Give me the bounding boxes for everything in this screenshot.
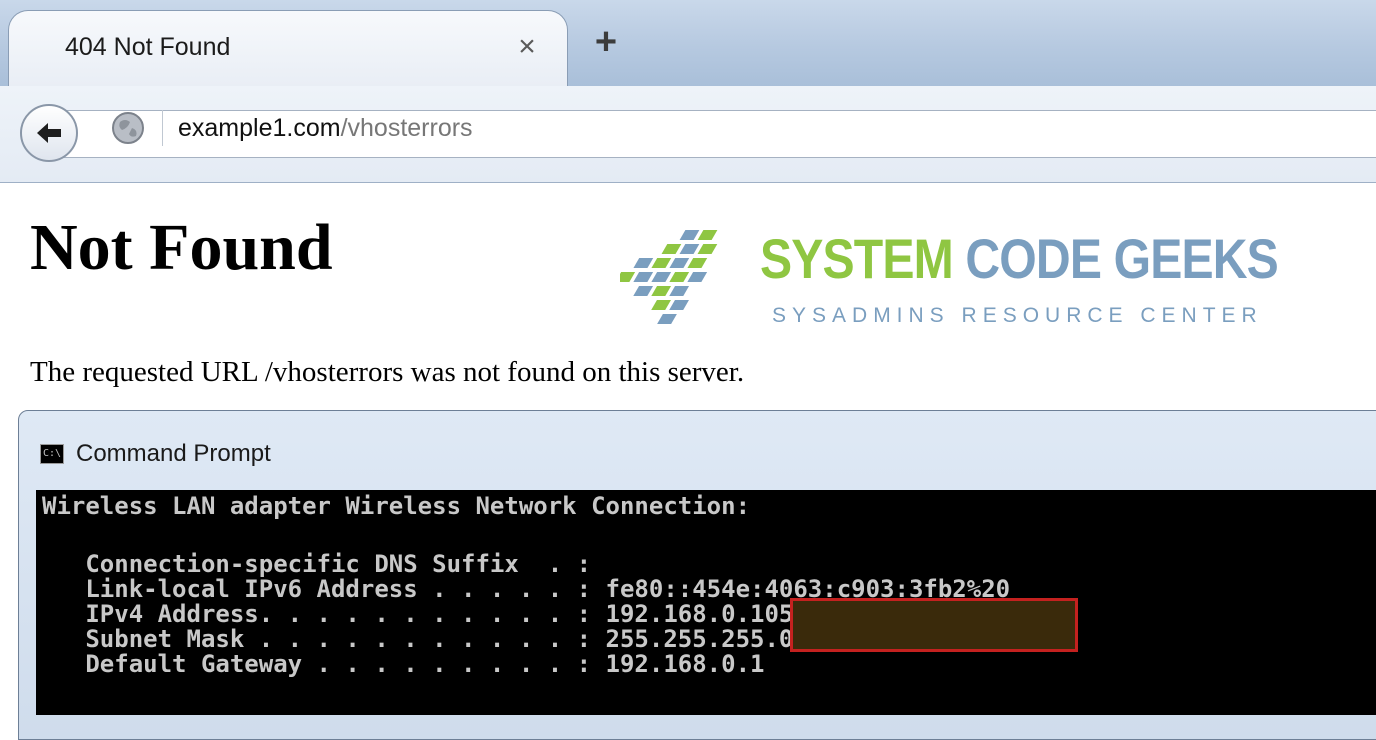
console-line: Wireless LAN adapter Wireless Network Co…: [42, 492, 751, 520]
logo-wordmark: SYSTEM CODE GEEKS: [760, 226, 1279, 291]
globe-icon[interactable]: [110, 110, 146, 146]
ip-highlight-box: [790, 598, 1078, 652]
console-line: Connection-specific DNS Suffix . :: [42, 550, 592, 578]
console-line-ipv4: IPv4 Address. . . . . . . . . . . : 192.…: [42, 600, 794, 628]
console-output[interactable]: Wireless LAN adapter Wireless Network Co…: [36, 490, 1376, 715]
url-host: example1.com: [178, 114, 341, 142]
page-title: Not Found: [30, 211, 333, 284]
address-separator: [162, 110, 163, 146]
system-code-geeks-logo: SYSTEM CODE GEEKS SYSADMINS RESOURCE CEN…: [620, 222, 1279, 342]
error-message: The requested URL /vhosterrors was not f…: [30, 356, 745, 388]
console-line: Default Gateway . . . . . . . . . : 192.…: [42, 650, 765, 678]
url-path: /vhosterrors: [340, 114, 473, 142]
command-prompt-title: Command Prompt: [76, 440, 271, 467]
close-tab-icon[interactable]: ×: [509, 29, 545, 65]
url-text[interactable]: example1.com/vhosterrors: [178, 114, 473, 143]
logo-mark-icon: [620, 230, 718, 324]
command-prompt-icon: C:\: [40, 444, 64, 464]
new-tab-icon[interactable]: +: [586, 22, 626, 62]
browser-tab[interactable]: 404 Not Found ×: [8, 10, 568, 86]
logo-tagline: SYSADMINS RESOURCE CENTER: [772, 304, 1263, 327]
tab-strip: 404 Not Found × +: [0, 0, 1376, 86]
logo-word-code-geeks: CODE GEEKS: [965, 227, 1278, 290]
back-button[interactable]: [20, 104, 78, 162]
console-line: Subnet Mask . . . . . . . . . . . : 255.…: [42, 625, 794, 653]
tab-title: 404 Not Found: [65, 33, 231, 61]
logo-word-system: SYSTEM: [760, 227, 954, 290]
back-arrow-icon: [37, 123, 61, 143]
